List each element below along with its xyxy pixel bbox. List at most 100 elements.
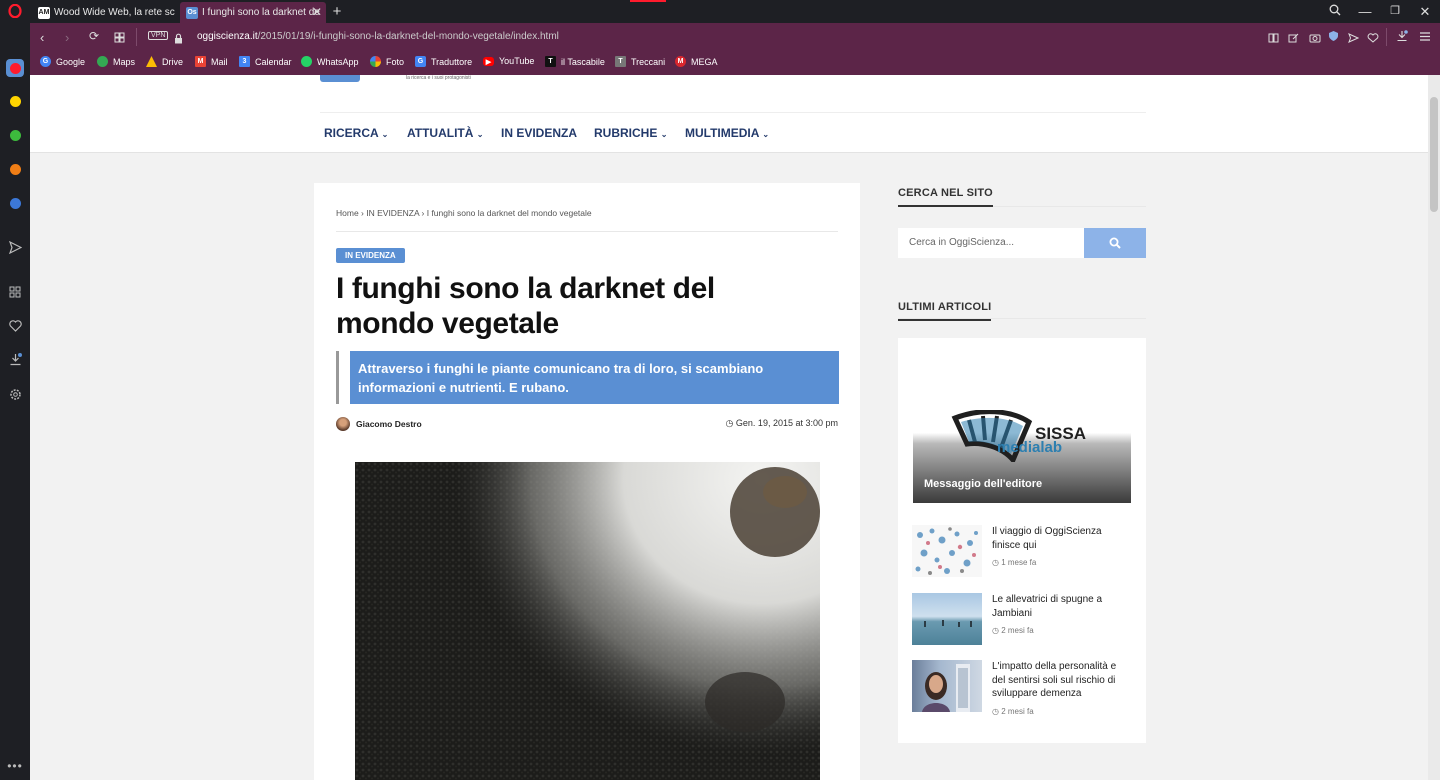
post-title[interactable]: Le allevatrici di spugne a Jambiani <box>992 593 1132 620</box>
search-widget-title: CERCA NEL SITO <box>898 187 993 207</box>
lock-icon[interactable] <box>174 31 183 49</box>
bookmark-youtube[interactable]: ▶ YouTube <box>483 56 534 66</box>
send-icon[interactable] <box>7 239 23 255</box>
drive-icon <box>146 56 157 67</box>
url-path: /2015/01/19/i-funghi-sono-la-darknet-del… <box>257 31 559 42</box>
send-icon[interactable] <box>1348 31 1360 46</box>
sidebar-workspace-yellow[interactable] <box>7 93 23 109</box>
menu-label: RICERCA <box>324 126 379 140</box>
search-button[interactable] <box>1084 228 1146 258</box>
title-line: mondo vegetale <box>336 307 559 340</box>
forward-icon[interactable]: › <box>65 30 69 45</box>
bookmark-label: Foto <box>386 56 405 67</box>
author-name[interactable]: Giacomo Destro <box>356 419 422 429</box>
sidebar-workspace-orange[interactable] <box>7 161 23 177</box>
heart-icon[interactable] <box>7 318 23 334</box>
sidebar-workspace-active[interactable] <box>6 59 24 77</box>
scrollbar-thumb[interactable] <box>1430 97 1438 212</box>
mega-icon: M <box>675 56 686 67</box>
treccani-icon: T <box>615 56 626 67</box>
latest-post[interactable]: Il viaggio di OggiScienza finisce qui ◷ … <box>912 525 1132 577</box>
tab-snapshot-icon[interactable] <box>114 31 125 46</box>
settings-gear-icon[interactable] <box>7 386 23 402</box>
bookmark-label: MEGA <box>691 56 718 67</box>
divider <box>336 231 838 232</box>
tab-wood-wide-web[interactable]: AM Wood Wide Web, la rete sc <box>32 2 180 23</box>
bookmark-calendar[interactable]: 3 Calendar <box>239 56 292 67</box>
bookmark-label: YouTube <box>499 56 535 66</box>
edit-icon[interactable] <box>1288 31 1299 46</box>
bookmark-google[interactable]: G Google <box>40 56 85 67</box>
search-input[interactable]: Cerca in OggiScienza... <box>898 228 1084 258</box>
restore-icon[interactable]: ❐ <box>1386 4 1404 17</box>
speed-dial-icon[interactable] <box>7 284 23 300</box>
category-badge[interactable]: IN EVIDENZA <box>336 248 405 263</box>
sidebar-workspace-blue[interactable] <box>7 195 23 211</box>
site-logo[interactable] <box>320 75 360 82</box>
workspace-dot-icon <box>9 129 21 141</box>
post-date: ◷ 1 mese fa <box>992 558 1132 567</box>
tascabile-icon: T <box>545 56 556 67</box>
bookmark-drive[interactable]: Drive <box>146 56 183 67</box>
more-icon[interactable]: ••• <box>7 758 23 774</box>
opera-menu-icon[interactable] <box>7 3 23 19</box>
featured-caption: Messaggio dell'editore <box>924 478 1043 490</box>
url-domain: oggiscienza.it <box>197 31 258 42</box>
bookmark-whatsapp[interactable]: WhatsApp <box>301 56 359 67</box>
breadcrumb-section[interactable]: IN EVIDENZA <box>366 208 419 218</box>
bookmark-label: Mail <box>211 56 228 67</box>
maps-icon <box>97 56 108 67</box>
reload-icon[interactable]: ⟳ <box>89 29 99 43</box>
reader-icon[interactable] <box>1268 31 1279 46</box>
sissa-logo-sub: medialab <box>997 439 1063 456</box>
sidebar-workspace-green[interactable] <box>7 127 23 143</box>
bookmark-traduttore[interactable]: G Traduttore <box>415 56 472 67</box>
vpn-badge[interactable]: VPN <box>148 31 169 40</box>
close-window-icon[interactable]: ✕ <box>1416 4 1434 20</box>
post-date: ◷ 2 mesi fa <box>992 626 1132 635</box>
tab-favicon-icon: Os <box>186 6 198 19</box>
bookmark-maps[interactable]: Maps <box>97 56 135 67</box>
bookmark-foto[interactable]: Foto <box>370 56 404 67</box>
site-header: la ricerca e i suoi protagonisti RICERCA… <box>30 75 1428 153</box>
menu-label: MULTIMEDIA <box>685 126 759 140</box>
featured-post[interactable]: SISSA medialab Messaggio dell'editore <box>913 395 1131 503</box>
subtitle-line: informazioni e nutrienti. E rubano. <box>358 380 569 395</box>
download-icon[interactable] <box>1396 30 1408 45</box>
page-sidebar: CERCA NEL SITO Cerca in OggiScienza... U… <box>898 183 1146 743</box>
bookmark-il-tascabile[interactable]: Til Tascabile <box>545 56 605 67</box>
bookmark-mail[interactable]: M Mail <box>195 56 228 67</box>
clock-icon: ◷ <box>992 558 999 567</box>
menu-ricerca[interactable]: RICERCA ⌄ <box>324 126 388 140</box>
menu-in-evidenza[interactable]: IN EVIDENZA <box>501 126 577 140</box>
post-title[interactable]: Il viaggio di OggiScienza finisce qui <box>992 525 1132 552</box>
heart-icon[interactable] <box>1367 31 1379 46</box>
back-icon[interactable]: ‹ <box>40 30 44 45</box>
tab-label: I funghi sono la darknet de <box>202 7 320 18</box>
download-icon[interactable] <box>7 351 23 367</box>
menu-multimedia[interactable]: MULTIMEDIA ⌄ <box>685 126 769 140</box>
url-field[interactable]: oggiscienza.it/2015/01/19/i-funghi-sono-… <box>197 31 559 42</box>
close-tab-icon[interactable]: ✕ <box>312 5 322 19</box>
workspace-dot-icon <box>9 95 21 107</box>
chevron-down-icon: ⌄ <box>762 130 770 139</box>
minimize-icon[interactable]: — <box>1356 4 1374 19</box>
easy-setup-icon[interactable] <box>1419 30 1431 45</box>
bookmark-label: Traduttore <box>431 56 473 67</box>
latest-post[interactable]: Le allevatrici di spugne a Jambiani ◷ 2 … <box>912 593 1132 645</box>
menu-attualita[interactable]: ATTUALITÀ ⌄ <box>407 126 483 140</box>
page-scrollbar[interactable] <box>1428 75 1440 780</box>
bookmark-treccani[interactable]: T Treccani <box>615 56 665 67</box>
post-title[interactable]: L'impatto della personalità e del sentir… <box>992 660 1132 701</box>
camera-icon[interactable] <box>1309 31 1321 46</box>
bookmark-mega[interactable]: M MEGA <box>675 56 718 67</box>
menu-rubriche[interactable]: RUBRICHE ⌄ <box>594 126 667 140</box>
search-tabs-icon[interactable] <box>1326 4 1344 19</box>
latest-post[interactable]: L'impatto della personalità e del sentir… <box>912 660 1132 716</box>
breadcrumb-home[interactable]: Home <box>336 208 359 218</box>
tab-funghi-darknet[interactable]: Os I funghi sono la darknet de ✕ <box>180 2 326 23</box>
avatar[interactable] <box>336 417 350 431</box>
clock-icon: ◷ <box>992 626 999 635</box>
shield-icon[interactable] <box>1328 30 1339 45</box>
new-tab-button[interactable]: + <box>328 3 346 20</box>
